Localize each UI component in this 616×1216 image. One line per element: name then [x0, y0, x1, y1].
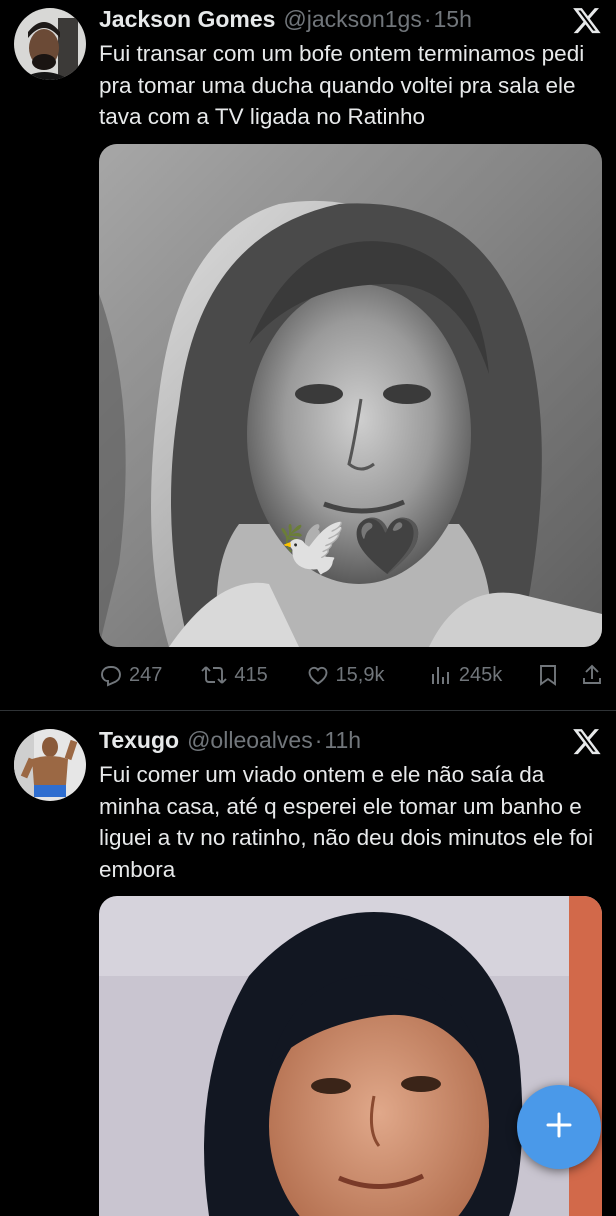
separator-dot: ·: [423, 5, 432, 32]
retweet-count: 415: [234, 663, 268, 686]
reply-count: 247: [129, 663, 163, 686]
like-icon: [306, 663, 330, 687]
avatar[interactable]: [14, 729, 86, 801]
retweet-button[interactable]: 415: [200, 663, 305, 687]
tweet-actions: 247 415 15,9k 245k: [99, 658, 604, 692]
timestamp[interactable]: 15h: [434, 6, 472, 33]
x-logo-icon: [572, 726, 602, 756]
avatar[interactable]: [14, 8, 86, 80]
reply-button[interactable]: 247: [99, 663, 200, 687]
tweet-image[interactable]: [99, 896, 602, 1216]
share-icon: [580, 663, 604, 687]
tweet-header: Texugo @olleoalves · 11h: [99, 723, 361, 757]
bookmark-button[interactable]: [536, 663, 580, 687]
tweet-text: Fui comer um viado ontem e ele não saía …: [99, 762, 594, 882]
tweet-text: Fui transar com um bofe ontem terminamos…: [99, 41, 585, 129]
display-name[interactable]: Jackson Gomes: [99, 6, 275, 33]
plus-icon: [544, 1110, 574, 1145]
like-count: 15,9k: [335, 663, 385, 686]
separator-dot: ·: [314, 726, 323, 753]
tweet-jackson[interactable]: Jackson Gomes @jackson1gs · 15h Fui tran…: [0, 0, 616, 710]
views-count: 245k: [458, 663, 503, 686]
username[interactable]: @jackson1gs: [283, 6, 421, 33]
views-button[interactable]: 245k: [429, 663, 536, 687]
emoji-overlay: 🕊️🖤: [277, 514, 429, 579]
username[interactable]: @olleoalves: [187, 727, 313, 754]
x-logo-icon: [572, 5, 602, 35]
compose-button[interactable]: [517, 1085, 601, 1169]
share-button[interactable]: [580, 663, 604, 687]
display-name[interactable]: Texugo: [99, 727, 179, 754]
tweet-header: Jackson Gomes @jackson1gs · 15h: [99, 2, 472, 36]
tweet-image[interactable]: 🕊️🖤: [99, 144, 602, 647]
reply-icon: [99, 663, 123, 687]
timestamp[interactable]: 11h: [324, 727, 361, 754]
retweet-icon: [200, 663, 228, 687]
like-button[interactable]: 15,9k: [306, 663, 429, 687]
views-icon: [429, 663, 453, 687]
bookmark-icon: [536, 663, 560, 687]
